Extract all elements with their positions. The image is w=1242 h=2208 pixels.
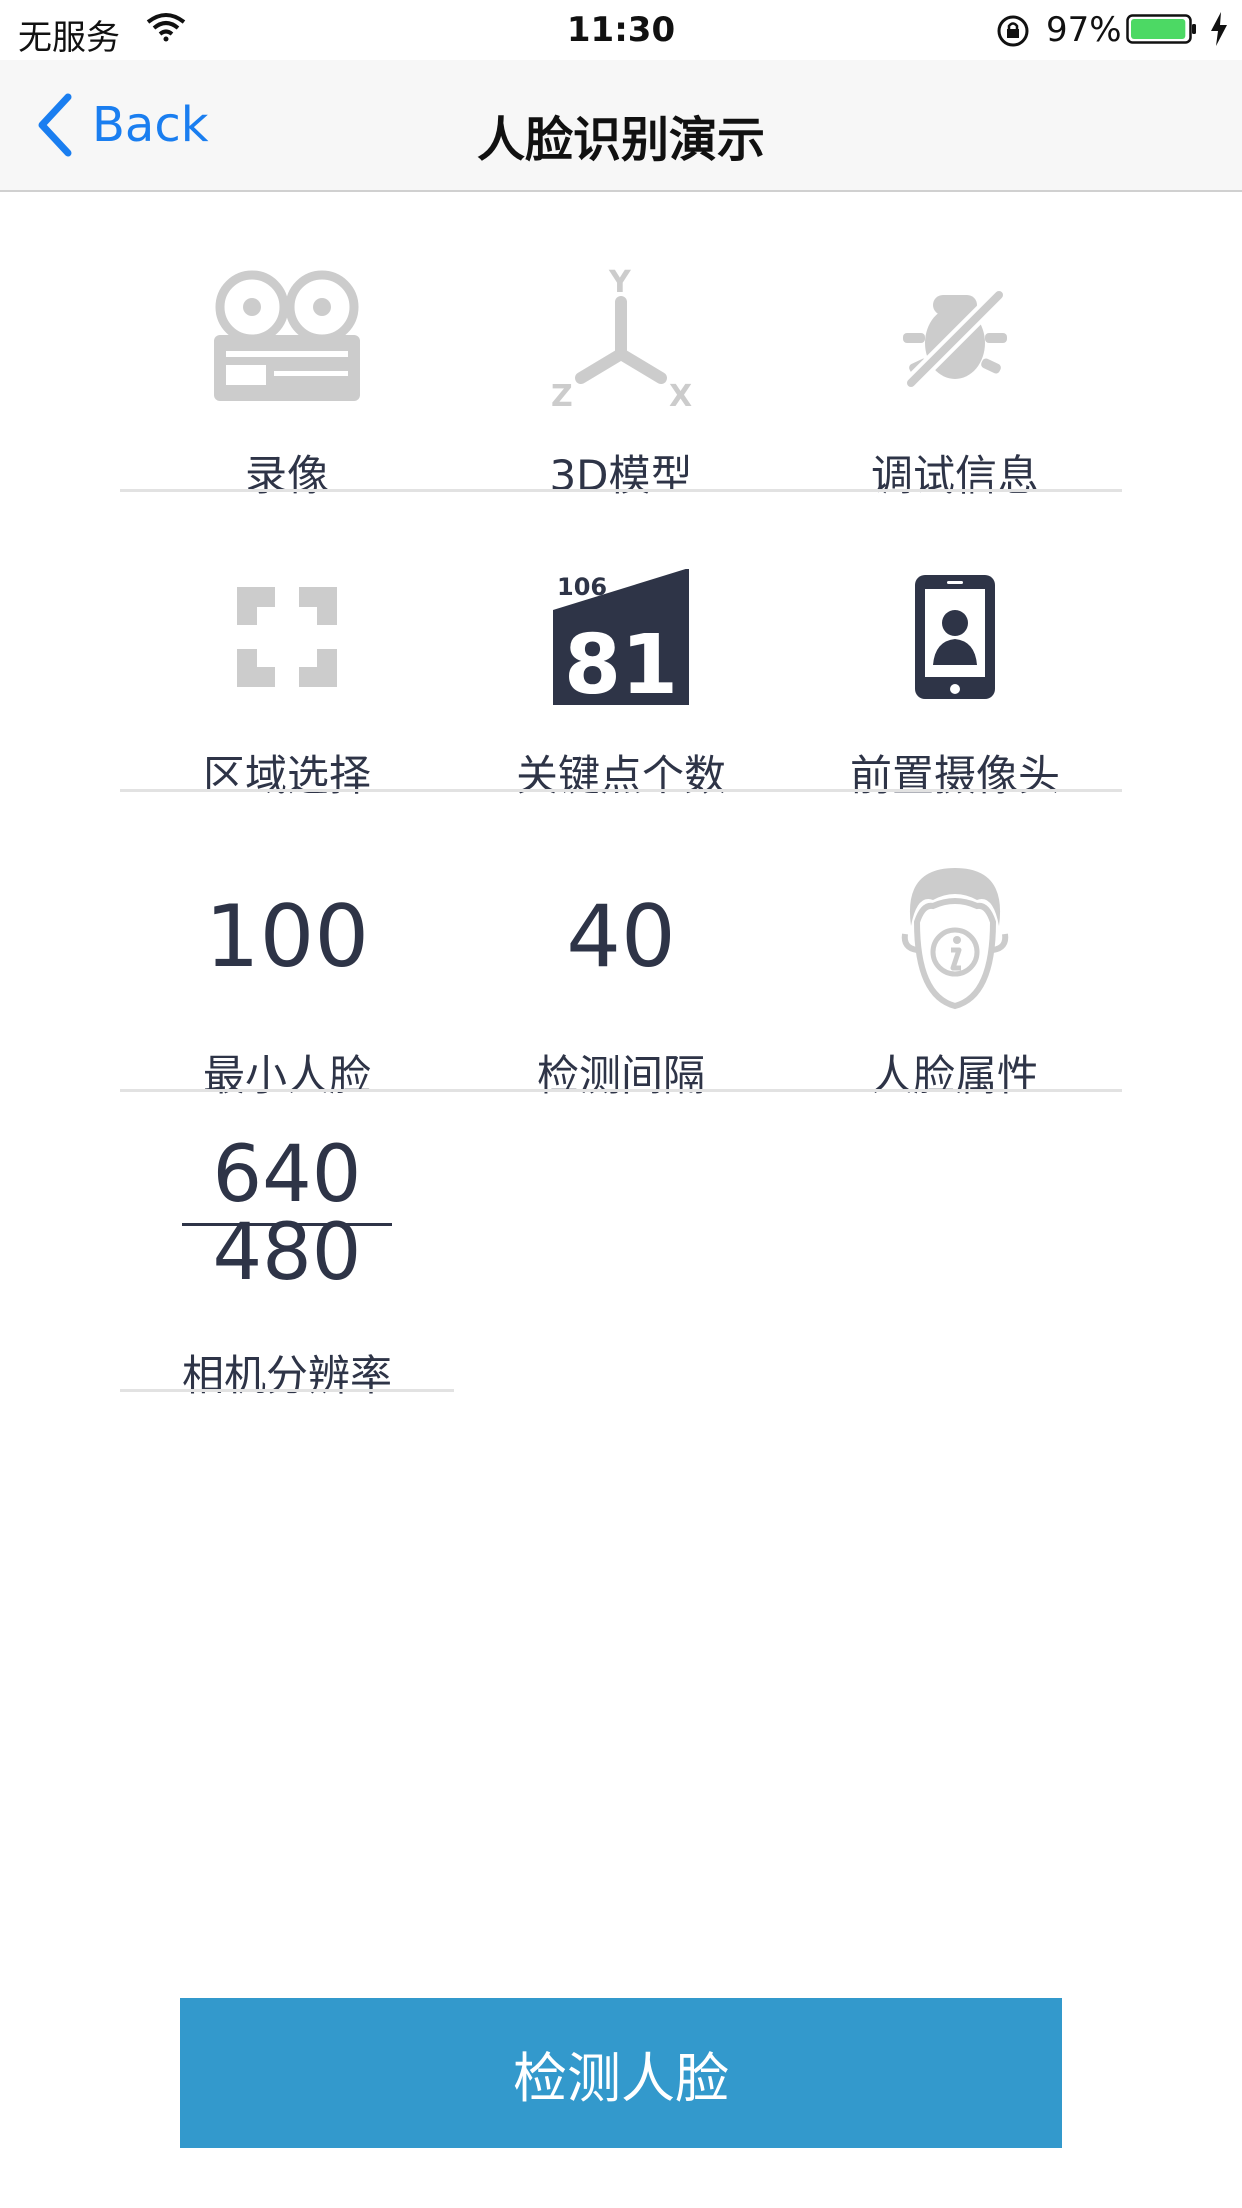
landmark-count-icon: 106 81 (553, 569, 689, 705)
svg-text:Z: Z (551, 379, 573, 412)
setting-face-attributes[interactable]: 人脸属性 (788, 792, 1122, 1100)
face-info-icon (901, 868, 1009, 1010)
setting-camera-resolution[interactable]: 640 480 相机分辨率 (120, 1092, 454, 1400)
detect-interval-value: 40 (566, 887, 676, 987)
settings-row: 100 最小人脸 40 检测间隔 人脸属性 (120, 792, 1122, 1100)
setting-3d-model[interactable]: Y Z X 3D模型 (454, 192, 788, 500)
xyz-axis-icon: Y Z X (551, 265, 692, 412)
setting-front-camera[interactable]: 前置摄像头 (788, 492, 1122, 800)
page-title: 人脸识别演示 (476, 112, 765, 168)
front-camera-phone-icon (915, 575, 995, 699)
setting-debug-info[interactable]: 调试信息 (788, 192, 1122, 500)
setting-detect-interval[interactable]: 40 检测间隔 (454, 792, 788, 1100)
status-bar: 无服务 11:30 97% (0, 0, 1242, 60)
region-select-icon (237, 587, 337, 687)
setting-label: 相机分辨率 (181, 1351, 392, 1400)
tape-recorder-icon (214, 270, 360, 401)
settings-row: 录像 Y Z X 3D模型 调试信息 (120, 192, 1122, 500)
setting-region-select[interactable]: 区域选择 (120, 492, 454, 800)
battery-icon (1126, 14, 1196, 44)
battery-percent: 97% (1046, 10, 1122, 50)
detect-face-button[interactable]: 检测人脸 (180, 1998, 1062, 2148)
settings-row: 640 480 相机分辨率 (120, 1092, 1120, 1400)
landmark-badge-small: 106 (557, 573, 607, 601)
rotation-lock-icon (997, 15, 1029, 47)
settings-row: 区域选择 106 81 关键点个数 前置摄像头 (120, 492, 1122, 800)
setting-landmark-count[interactable]: 106 81 关键点个数 (454, 492, 788, 800)
svg-text:X: X (669, 379, 692, 412)
landmark-badge-large: 81 (564, 618, 678, 705)
resolution-height: 480 (212, 1208, 362, 1298)
resolution-width: 640 (212, 1130, 362, 1220)
setting-record[interactable]: 录像 (120, 192, 454, 500)
resolution-fraction: 640 480 (120, 1130, 454, 1300)
charging-bolt-icon (1211, 12, 1227, 46)
min-face-value: 100 (204, 887, 370, 987)
svg-text:Y: Y (608, 265, 632, 300)
setting-min-face[interactable]: 100 最小人脸 (120, 792, 454, 1100)
settings-grid: 录像 Y Z X 3D模型 调试信息 区域选择 106 81 关键点个数 前置摄… (120, 192, 1122, 1400)
debug-off-icon (901, 285, 1009, 393)
row-divider (120, 1389, 454, 1392)
navigation-bar: Back 人脸识别演示 (0, 60, 1242, 192)
